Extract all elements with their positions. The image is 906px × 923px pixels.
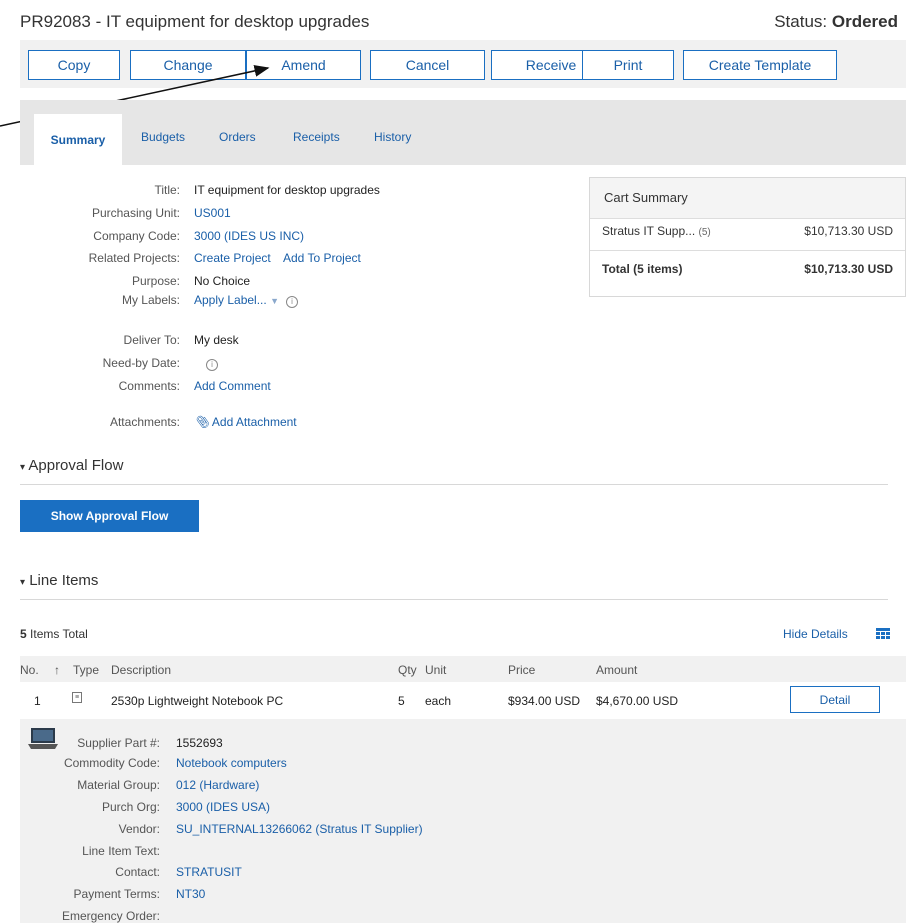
line-item-details: Supplier Part #: 1552693 Commodity Code:… xyxy=(20,719,906,923)
apply-label-dropdown[interactable]: Apply Label... ▼ xyxy=(194,293,279,307)
contact-link[interactable]: STRATUSIT xyxy=(176,865,242,879)
tab-receipts[interactable]: Receipts xyxy=(293,130,340,144)
payment-terms-link[interactable]: NT30 xyxy=(176,887,205,901)
add-to-project-link[interactable]: Add To Project xyxy=(283,251,361,265)
my-labels-label: My Labels: xyxy=(121,293,180,307)
company-code-link[interactable]: 3000 (IDES US INC) xyxy=(194,229,304,243)
table-row: 1 ≡ 2530p Lightweight Notebook PC 5 each… xyxy=(20,685,906,715)
col-unit[interactable]: Unit xyxy=(425,663,446,677)
supplier-part-value: 1552693 xyxy=(176,736,223,750)
item-unit-link[interactable]: each xyxy=(425,694,451,708)
items-total: 5 Items Total xyxy=(20,627,88,641)
cart-supplier-name: Stratus IT Supp... xyxy=(602,224,696,238)
tab-history[interactable]: History xyxy=(374,130,411,144)
paperclip-icon: 📎︎ xyxy=(194,415,210,429)
cart-divider xyxy=(590,250,905,251)
material-group-label: Material Group: xyxy=(77,778,160,792)
title-label: Title: xyxy=(154,183,180,197)
cart-summary-header: Cart Summary xyxy=(590,178,905,219)
vendor-label: Vendor: xyxy=(118,822,160,836)
tab-bar: Summary Budgets Orders Receipts History xyxy=(20,100,906,165)
need-by-date-label: Need-by Date: xyxy=(102,356,180,370)
item-description-link[interactable]: 2530p Lightweight Notebook PC xyxy=(111,694,283,708)
apply-label-text: Apply Label... xyxy=(194,293,267,307)
line-items-table-header: No. ↑ Type Description Qty Unit Price Am… xyxy=(20,656,906,682)
row-number: 1 xyxy=(34,694,41,708)
item-price: $934.00 USD xyxy=(508,694,581,708)
item-qty: 5 xyxy=(398,694,405,708)
emergency-order-label: Emergency Order: xyxy=(61,909,160,923)
col-amount[interactable]: Amount xyxy=(596,663,637,677)
items-total-count: 5 xyxy=(20,627,27,641)
tab-orders[interactable]: Orders xyxy=(219,130,256,144)
line-items-section[interactable]: ▾ Line Items xyxy=(20,572,98,589)
detail-button[interactable]: Detail xyxy=(790,686,880,713)
title-value: IT equipment for desktop upgrades xyxy=(194,183,380,197)
add-attachment-link[interactable]: 📎︎ Add Attachment xyxy=(194,415,297,429)
related-projects-label: Related Projects: xyxy=(88,251,180,265)
cart-supplier: Stratus IT Supp... (5) xyxy=(602,224,711,238)
create-template-button[interactable]: Create Template xyxy=(683,50,837,80)
col-qty[interactable]: Qty xyxy=(398,663,417,677)
items-total-suffix: Items Total xyxy=(30,627,88,641)
hide-details-link[interactable]: Hide Details xyxy=(783,627,848,641)
info-icon[interactable]: i xyxy=(286,293,298,308)
collapse-triangle-icon: ▾ xyxy=(20,577,26,588)
cancel-button[interactable]: Cancel xyxy=(370,50,485,80)
page-title: PR92083 - IT equipment for desktop upgra… xyxy=(20,12,370,31)
collapse-triangle-icon: ▾ xyxy=(20,462,26,473)
purpose-label: Purpose: xyxy=(131,274,180,288)
cart-total-amount: $10,713.30 USD xyxy=(804,262,893,276)
supplier-part-label: Supplier Part #: xyxy=(77,736,160,750)
status-label: Status: xyxy=(774,12,828,31)
deliver-to-value: My desk xyxy=(194,333,239,347)
line-items-title: Line Items xyxy=(29,572,99,589)
line-item-text-label: Line Item Text: xyxy=(82,844,160,858)
commodity-code-link[interactable]: Notebook computers xyxy=(176,756,287,770)
tab-summary[interactable]: Summary xyxy=(34,114,122,165)
create-project-link[interactable]: Create Project xyxy=(194,251,271,265)
chevron-down-icon: ▼ xyxy=(270,296,279,306)
table-view-icon[interactable] xyxy=(876,628,890,643)
info-icon[interactable]: i xyxy=(206,356,218,371)
cart-summary-panel: Cart Summary Stratus IT Supp... (5) $10,… xyxy=(589,177,906,297)
cart-supplier-count: (5) xyxy=(698,227,711,238)
col-price[interactable]: Price xyxy=(508,663,535,677)
approval-flow-title: Approval Flow xyxy=(28,457,124,474)
company-code-label: Company Code: xyxy=(93,229,180,243)
deliver-to-label: Deliver To: xyxy=(123,333,180,347)
col-type[interactable]: Type xyxy=(73,663,99,677)
vendor-link[interactable]: SU_INTERNAL13266062 (Stratus IT Supplier… xyxy=(176,822,423,836)
item-amount: $4,670.00 USD xyxy=(596,694,679,708)
purch-org-label: Purch Org: xyxy=(101,800,160,814)
payment-terms-label: Payment Terms: xyxy=(73,887,160,901)
cart-total-label: Total (5 items) xyxy=(602,262,683,276)
purch-org-link[interactable]: 3000 (IDES USA) xyxy=(176,800,270,814)
col-description[interactable]: Description xyxy=(111,663,171,677)
contact-label: Contact: xyxy=(115,865,160,879)
purchasing-unit-link[interactable]: US001 xyxy=(194,206,231,220)
cart-summary-title: Cart Summary xyxy=(604,190,688,205)
print-button[interactable]: Print xyxy=(582,50,674,80)
divider xyxy=(20,484,888,485)
status-value: Ordered xyxy=(831,12,898,31)
show-approval-flow-button[interactable]: Show Approval Flow xyxy=(20,500,199,532)
approval-flow-section[interactable]: ▾ Approval Flow xyxy=(20,457,123,474)
add-attachment-text: Add Attachment xyxy=(211,415,297,429)
comments-label: Comments: xyxy=(118,379,180,393)
purchasing-unit-label: Purchasing Unit: xyxy=(91,206,180,220)
divider xyxy=(20,599,888,600)
commodity-code-label: Commodity Code: xyxy=(63,756,160,770)
catalog-item-icon: ≡ xyxy=(72,692,82,703)
status-indicator: Status: Ordered xyxy=(774,12,898,32)
tab-budgets[interactable]: Budgets xyxy=(141,130,185,144)
col-no[interactable]: No. xyxy=(20,663,39,677)
cart-supplier-amount: $10,713.30 USD xyxy=(804,224,893,238)
attachments-label: Attachments: xyxy=(109,415,180,429)
add-comment-link[interactable]: Add Comment xyxy=(194,379,271,393)
sort-arrow-icon[interactable]: ↑ xyxy=(54,663,60,677)
material-group-link[interactable]: 012 (Hardware) xyxy=(176,778,259,792)
purpose-value: No Choice xyxy=(194,274,251,288)
